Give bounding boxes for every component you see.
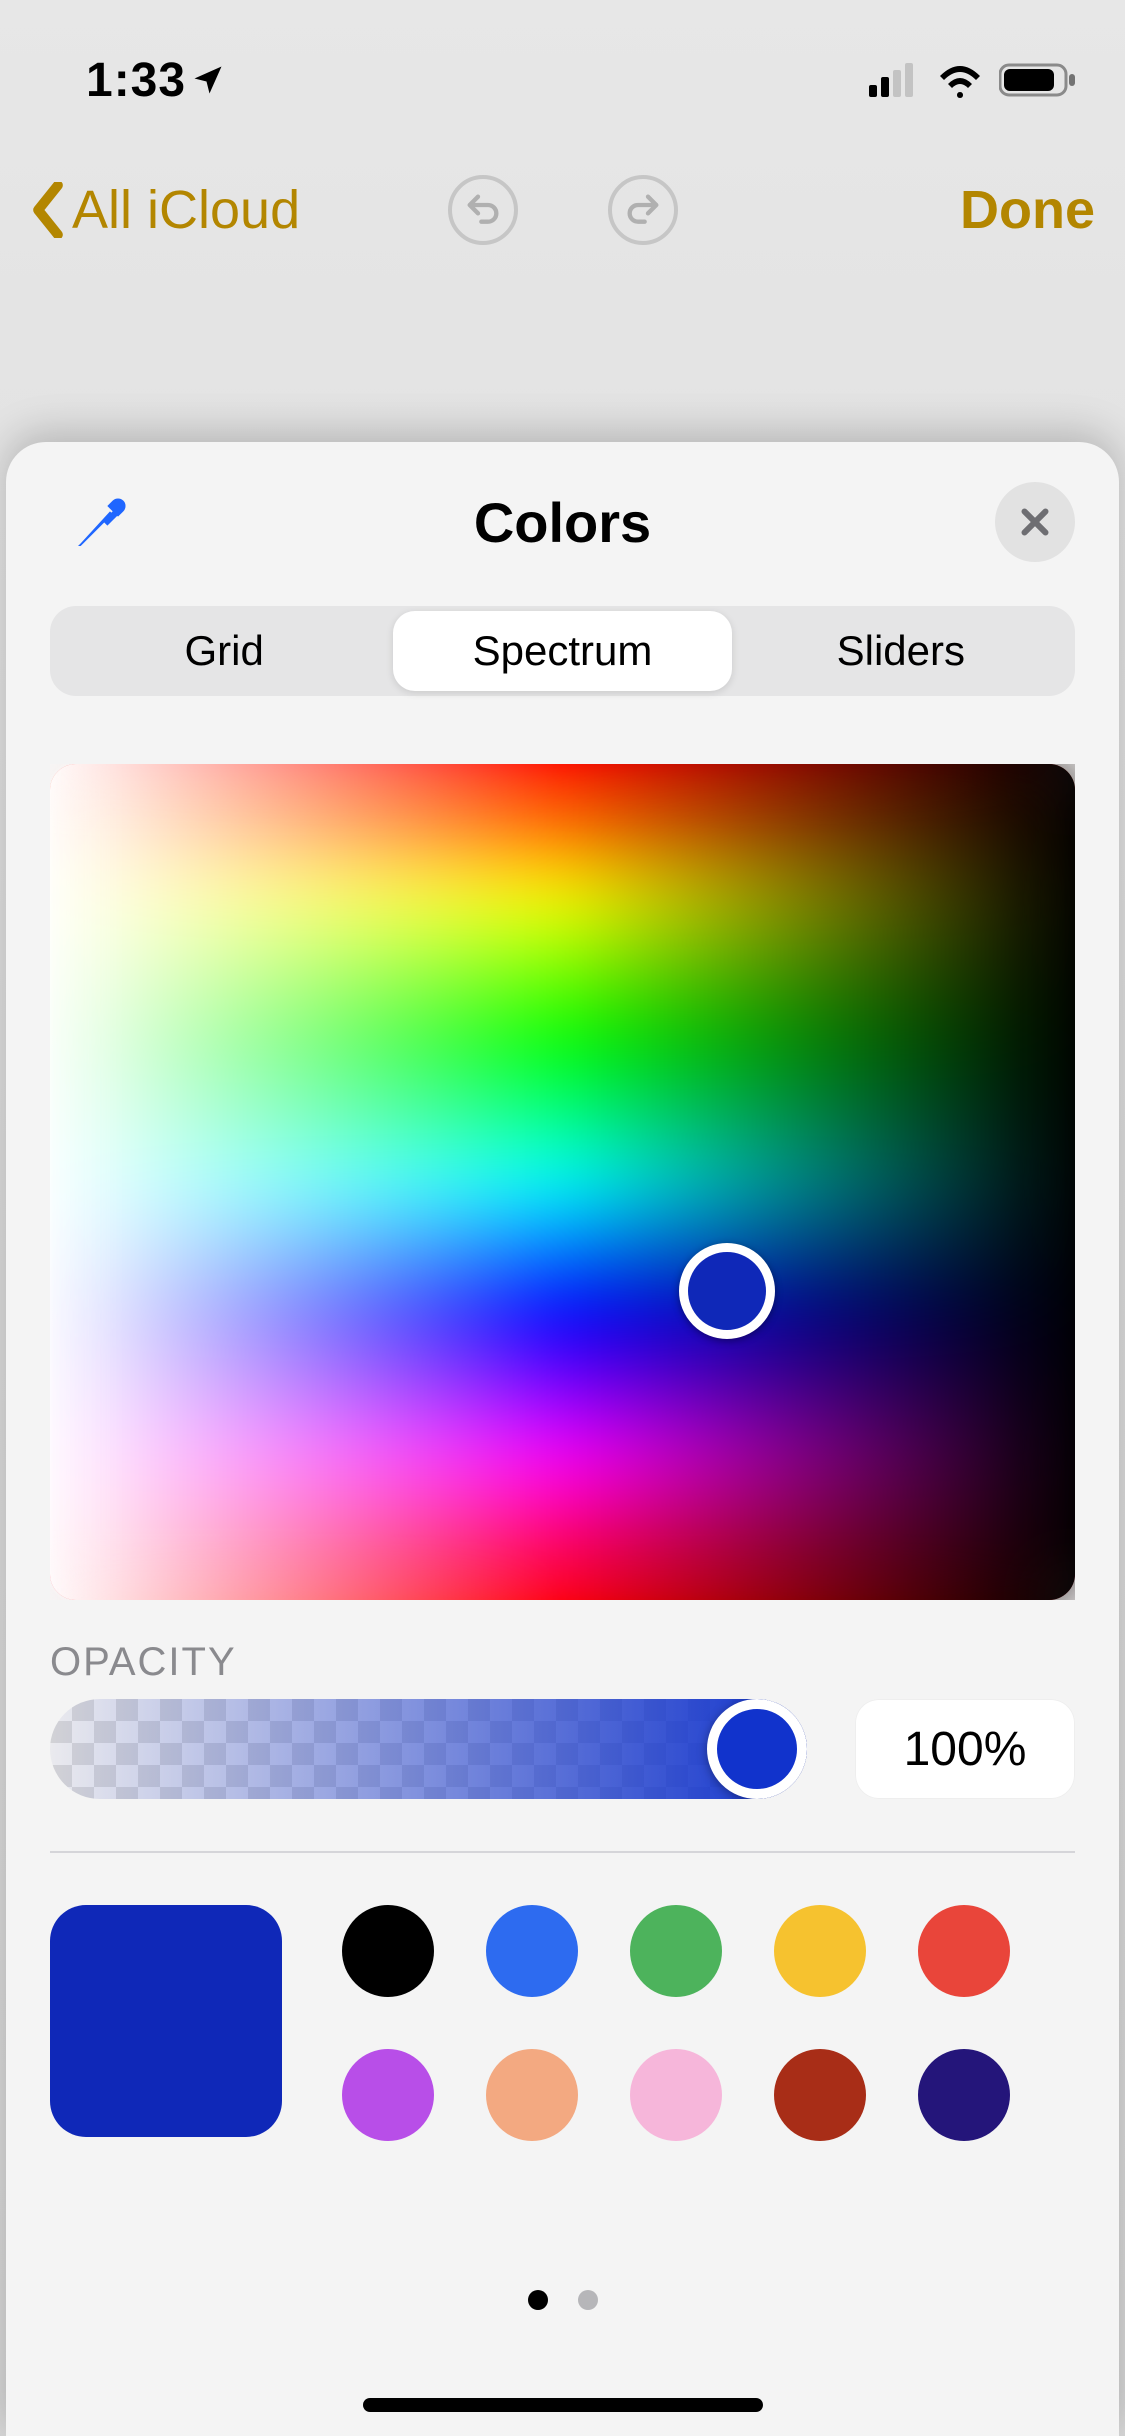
- undo-icon: [463, 190, 503, 230]
- swatch-blue[interactable]: [486, 1905, 578, 1997]
- opacity-slider[interactable]: [50, 1699, 807, 1799]
- swatch-red[interactable]: [918, 1905, 1010, 1997]
- redo-icon: [623, 190, 663, 230]
- eyedropper-button[interactable]: [70, 490, 134, 559]
- swatch-pink[interactable]: [630, 2049, 722, 2141]
- tab-label: Spectrum: [473, 627, 653, 675]
- spectrum-field[interactable]: [50, 764, 1075, 1600]
- redo-button[interactable]: [608, 175, 678, 245]
- status-bar: 1:33: [0, 40, 1125, 120]
- tab-grid[interactable]: Grid: [55, 611, 393, 691]
- location-icon: [190, 62, 226, 98]
- tab-label: Grid: [184, 627, 263, 675]
- done-label: Done: [960, 180, 1095, 240]
- tab-spectrum[interactable]: Spectrum: [393, 611, 731, 691]
- close-icon: [1017, 504, 1053, 540]
- swatch-grid: [342, 1905, 1010, 2141]
- pager-dot: [578, 2290, 598, 2310]
- done-button[interactable]: Done: [960, 179, 1095, 241]
- swatch-black[interactable]: [342, 1905, 434, 1997]
- back-label: All iCloud: [72, 179, 300, 241]
- close-button[interactable]: [995, 482, 1075, 562]
- sheet-title: Colors: [474, 490, 651, 555]
- swatch-brown[interactable]: [774, 2049, 866, 2141]
- divider: [50, 1851, 1075, 1853]
- pager-dot: [528, 2290, 548, 2310]
- swatch-purple[interactable]: [342, 2049, 434, 2141]
- swatch-indigo[interactable]: [918, 2049, 1010, 2141]
- swatch-green[interactable]: [630, 1905, 722, 1997]
- opacity-readout[interactable]: 100%: [855, 1699, 1075, 1799]
- back-button[interactable]: All iCloud: [30, 179, 300, 241]
- spectrum-loupe[interactable]: [679, 1243, 775, 1339]
- picker-mode-segmented[interactable]: Grid Spectrum Sliders: [50, 606, 1075, 696]
- current-color-swatch[interactable]: [50, 1905, 282, 2137]
- swatch-yellow[interactable]: [774, 1905, 866, 1997]
- swatch-peach[interactable]: [486, 2049, 578, 2141]
- opacity-value: 100%: [904, 1722, 1027, 1777]
- tab-label: Sliders: [837, 627, 965, 675]
- swatch-pager[interactable]: [6, 2290, 1119, 2310]
- battery-icon: [999, 62, 1077, 98]
- home-indicator[interactable]: [363, 2398, 763, 2412]
- notes-nav: All iCloud Done: [0, 150, 1125, 270]
- chevron-left-icon: [30, 182, 66, 238]
- eyedropper-icon: [70, 490, 134, 554]
- opacity-knob[interactable]: [707, 1699, 807, 1799]
- status-time: 1:33: [86, 53, 186, 108]
- color-picker-sheet: Colors Grid Spectrum Sliders OPACITY 100…: [6, 442, 1119, 2436]
- undo-button[interactable]: [448, 175, 518, 245]
- wifi-icon: [935, 62, 985, 98]
- cellular-icon: [869, 63, 921, 97]
- tab-sliders[interactable]: Sliders: [732, 611, 1070, 691]
- opacity-label: OPACITY: [50, 1640, 1075, 1685]
